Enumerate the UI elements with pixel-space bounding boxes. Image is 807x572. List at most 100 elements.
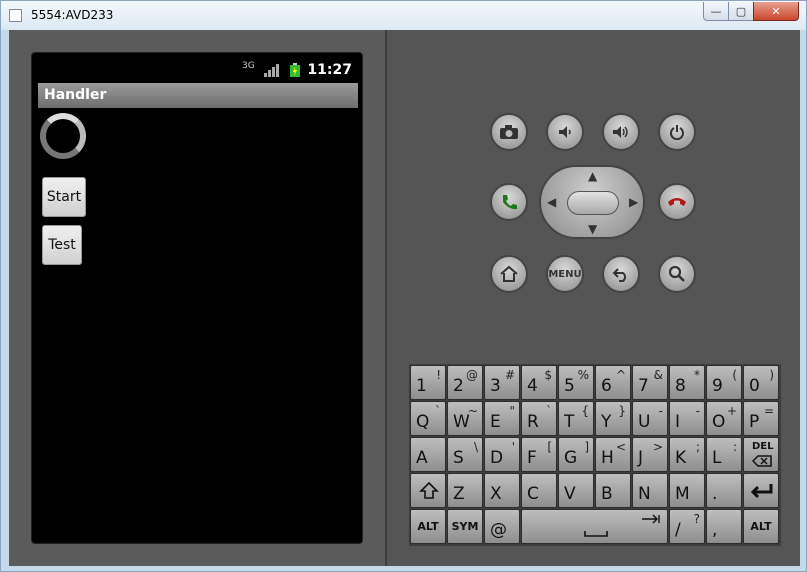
- key-z[interactable]: Z: [447, 473, 483, 508]
- key-label: K: [675, 448, 687, 468]
- dpad-down-icon[interactable]: ▼: [588, 222, 597, 236]
- controls-panel: ▲ ▼ ◀ ▶ MENU 1! 2 @ 3 # 4 $ 5 % 6 ^ 7 & …: [387, 30, 800, 566]
- key-label: S: [453, 448, 464, 468]
- key-y[interactable]: Y}: [595, 401, 631, 436]
- key-t[interactable]: T{: [558, 401, 594, 436]
- enter-icon: [750, 484, 773, 499]
- key-i[interactable]: I-: [669, 401, 705, 436]
- key-d[interactable]: D ': [484, 437, 520, 472]
- dpad-up-icon[interactable]: ▲: [588, 169, 597, 183]
- start-button[interactable]: Start: [42, 177, 86, 217]
- camera-button[interactable]: [490, 113, 528, 151]
- key-e[interactable]: E ": [484, 401, 520, 436]
- minimize-button[interactable]: —: [703, 2, 729, 21]
- key-l[interactable]: L:: [706, 437, 742, 472]
- back-button[interactable]: [602, 255, 640, 293]
- key-m[interactable]: M: [669, 473, 705, 508]
- key-5[interactable]: 5%: [558, 365, 594, 400]
- dpad-right-icon[interactable]: ▶: [629, 195, 638, 209]
- end-call-button[interactable]: [658, 183, 696, 221]
- key-f[interactable]: F[: [521, 437, 557, 472]
- key-label: G: [564, 448, 578, 468]
- key-sublabel: <: [615, 440, 626, 454]
- key-sublabel: ?: [693, 512, 700, 526]
- key-label: D: [490, 448, 504, 468]
- key-label: N: [638, 484, 651, 504]
- key-period[interactable]: .: [706, 473, 742, 508]
- menu-button[interactable]: MENU: [546, 255, 584, 293]
- key-2[interactable]: 2 @: [447, 365, 483, 400]
- key-4[interactable]: 4 $: [521, 365, 557, 400]
- key-alt-right[interactable]: ALT: [743, 509, 779, 544]
- search-icon: [668, 265, 685, 282]
- key-g[interactable]: G]: [558, 437, 594, 472]
- key-j[interactable]: J >: [632, 437, 668, 472]
- key-x[interactable]: X: [484, 473, 520, 508]
- status-clock: 11:27: [307, 62, 352, 78]
- key-sublabel: ^: [615, 368, 626, 382]
- key-8[interactable]: 8 *: [669, 365, 705, 400]
- home-icon: [500, 265, 518, 282]
- key-label: M: [675, 484, 690, 504]
- key-shift[interactable]: [410, 473, 446, 508]
- key-sublabel: \: [473, 440, 478, 454]
- key-del[interactable]: DEL: [743, 437, 779, 472]
- key-6[interactable]: 6 ^: [595, 365, 631, 400]
- key-p[interactable]: P =: [743, 401, 779, 436]
- key-label: U: [638, 412, 651, 432]
- key-sublabel: -: [695, 404, 700, 418]
- key-alt-left[interactable]: ALT: [410, 509, 446, 544]
- key-a[interactable]: A: [410, 437, 446, 472]
- battery-icon: [290, 63, 300, 77]
- key-h[interactable]: H <: [595, 437, 631, 472]
- key-1[interactable]: 1!: [410, 365, 446, 400]
- status-bar: 3G 11:27: [38, 59, 358, 81]
- key-sym[interactable]: SYM: [447, 509, 483, 544]
- key-slash[interactable]: /?: [669, 509, 705, 544]
- progress-spinner: [40, 113, 86, 159]
- key-label: .: [712, 484, 718, 504]
- key-sublabel: %: [577, 368, 589, 382]
- close-button[interactable]: ✕: [753, 2, 799, 21]
- key-n[interactable]: N: [632, 473, 668, 508]
- key-9[interactable]: 9(: [706, 365, 742, 400]
- volume-up-button[interactable]: [602, 113, 640, 151]
- dpad-left-icon[interactable]: ◀: [547, 195, 556, 209]
- key-c[interactable]: C: [521, 473, 557, 508]
- key-v[interactable]: V: [558, 473, 594, 508]
- space-icon: [584, 531, 608, 537]
- key-r[interactable]: R `: [521, 401, 557, 436]
- key-b[interactable]: B: [595, 473, 631, 508]
- maximize-button[interactable]: ▢: [728, 2, 754, 21]
- key-enter[interactable]: [743, 473, 779, 508]
- key-s[interactable]: S \: [447, 437, 483, 472]
- key-k[interactable]: K;: [669, 437, 705, 472]
- phone-hangup-icon: [668, 198, 686, 206]
- home-button[interactable]: [490, 255, 528, 293]
- power-button[interactable]: [658, 113, 696, 151]
- key-3[interactable]: 3 #: [484, 365, 520, 400]
- dpad[interactable]: ▲ ▼ ◀ ▶: [539, 165, 645, 239]
- key-0[interactable]: 0): [743, 365, 779, 400]
- key-at[interactable]: @: [484, 509, 520, 544]
- call-button[interactable]: [490, 183, 528, 221]
- key-label: V: [564, 484, 576, 504]
- key-q[interactable]: Q `: [410, 401, 446, 436]
- device-screen[interactable]: 3G 11:27 Handler Start Test: [31, 52, 363, 544]
- key-7[interactable]: 7 &: [632, 365, 668, 400]
- test-button[interactable]: Test: [42, 225, 82, 265]
- window-title: 5554:AVD233: [31, 8, 114, 22]
- key-label: C: [527, 484, 539, 504]
- key-sublabel: *: [694, 368, 700, 382]
- key-u[interactable]: U-: [632, 401, 668, 436]
- key-space[interactable]: [521, 509, 668, 544]
- dpad-center-button[interactable]: [567, 191, 619, 215]
- search-button[interactable]: [658, 255, 696, 293]
- key-comma[interactable]: ,: [706, 509, 742, 544]
- key-o[interactable]: O +: [706, 401, 742, 436]
- title-bar[interactable]: 5554:AVD233 — ▢ ✕: [1, 1, 806, 30]
- volume-down-button[interactable]: [546, 113, 584, 151]
- key-label: 9: [712, 376, 723, 396]
- key-label: 7: [638, 376, 649, 396]
- key-w[interactable]: W ~: [447, 401, 483, 436]
